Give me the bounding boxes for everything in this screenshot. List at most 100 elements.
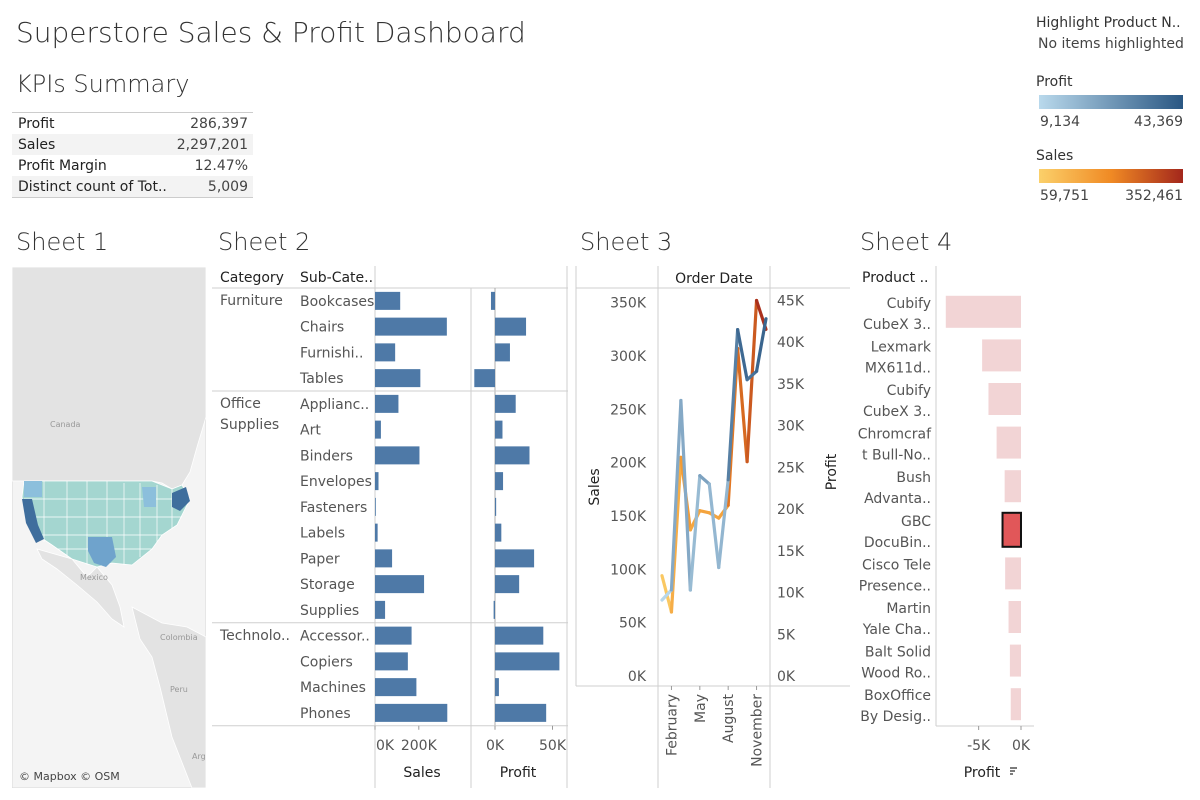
sheet2-title: Sheet 2 [218,228,311,256]
sheet4-product-label: BoxOffice [864,688,931,704]
sheet2-subcategory-label: Applianc.. [300,397,369,413]
sheet4-product-label: Chromcraf [858,427,932,443]
sheet2-subcategory-label: Labels [300,526,345,542]
dashboard-title: Superstore Sales & Profit Dashboard [16,16,526,49]
sheet2-header-category: Category [220,270,284,286]
sales-legend-min: 59,751 [1040,188,1089,204]
sheet4-bar [1008,601,1021,633]
sheet2-subcategory-label: Machines [300,680,366,696]
sheet2-profit-bar [495,703,547,722]
sheet3-profit-line-segment [754,317,768,373]
sheet4-product-label: Cubify [887,383,931,399]
sheet3-y-tick-label: 150K [610,509,647,525]
sales-legend-max: 352,461 [1125,188,1183,204]
sheet3-profit-line-segment [717,478,730,570]
sheet2-header-subcategory: Sub-Cate.. [300,270,373,286]
kpi-value: 12.47% [194,157,248,174]
sheet2-subcategory-label: Binders [300,448,353,464]
sheet3-x-tick-label: February [664,694,680,756]
sales-legend-title: Sales [1036,148,1074,164]
sheet3-y-tick-label: 50K [619,616,647,632]
sheet3-y2-tick-label: 40K [777,335,805,351]
sheet3-profit-line-segment [688,474,702,592]
kpi-value: 2,297,201 [176,136,248,153]
sheet2-profit-bar [495,626,544,645]
sheet3-x-tick-label: August [721,693,737,743]
sheet4-product-label: Presence.. [859,578,931,594]
profit-color-ramp [1039,95,1183,109]
sheet2-profit-tick-label: 0K [486,738,505,754]
kpi-row-sales: Sales 2,297,201 [12,134,253,155]
sheet4-header: Product .. [862,270,929,286]
profit-legend-min: 9,134 [1040,114,1081,130]
sheet2-sales-bar [375,472,379,491]
sheet4-bar [982,339,1021,372]
sheet3-profit-line-segment [707,482,721,570]
sheet2-profit-bar [495,446,530,465]
sheet2-profit-tick-label: 50K [539,738,567,754]
sheet4-product-label: Wood Ro.. [861,666,931,682]
sheet4-product-label: Yale Cha.. [862,622,931,638]
sheet2-sales-bar [375,446,420,465]
sheet2-sales-bar [375,703,448,722]
sheet3-title: Sheet 3 [580,228,673,256]
sheet1-map[interactable]: Canada Mexico Colombia Peru Arge © Mapbo… [12,267,206,788]
sheet2-sales-bar [375,317,447,336]
sheet3-y2-tick-label: 5K [777,627,796,643]
sheet3-y-tick-label: 200K [610,456,647,472]
sheet2-category-label: Furniture [220,293,283,309]
sheet4-bar-highlighted [1001,511,1022,548]
sheet2-sales-bar [375,652,408,671]
sheet2-sales-bar [375,600,386,619]
sheet4-bar [988,383,1021,415]
sheet2-profit-bar [474,369,495,388]
sheet3-chart[interactable]: Order Date 0K 50K 100K 150K 200K 250K 300K 350K 0… [574,262,850,788]
profit-legend-max: 43,369 [1134,114,1183,130]
sheet4-product-label: CubeX 3.. [863,404,931,420]
kpi-row-profit-margin: Profit Margin 12.47% [12,155,253,176]
sheet2-sales-bar [375,549,393,568]
sheet4-product-label: Cisco Tele [862,557,931,573]
sheet2-sales-bar [375,343,396,362]
kpi-summary-title: KPIs Summary [16,70,190,98]
map-label-colombia: Colombia [160,633,198,642]
sheet2-category-label: Technolo.. [219,628,290,644]
sheet2-chart[interactable]: Category Sub-Cate.. Furniture Bookcases Chai… [212,262,570,788]
sort-icon[interactable] [1010,767,1017,775]
sheet3-x-tick-label: May [693,694,709,723]
sheet2-sales-bar [375,497,376,516]
sheet2-profit-bar [495,575,520,594]
sheet2-axis-label-sales: Sales [403,765,440,781]
sheet3-profit-line-segment [679,398,692,592]
sheet3-sales-line-segment [745,298,759,464]
sheet3-y-tick-label: 0K [628,669,647,685]
sheet2-profit-bar [495,343,510,362]
kpi-label: Sales [18,136,56,153]
sheet2-profit-bar [495,549,535,568]
sheet2-subcategory-label: Phones [300,706,351,722]
sheet4-chart[interactable]: Product .. Cubify CubeX 3.. Lexmark MX611d..… [854,262,1054,788]
sheet2-profit-bar [495,678,499,697]
kpi-label: Distinct count of Tot.. [18,178,167,195]
sheet4-bar [996,426,1021,459]
kpi-value: 5,009 [207,178,248,195]
highlight-legend-title[interactable]: Highlight Product N.. [1036,15,1181,31]
sheet2-sales-bar [375,394,399,413]
sheet3-y2-tick-label: 30K [777,419,805,435]
sheet2-sales-bar [375,678,417,697]
sheet4-bar [1010,688,1021,721]
map-label-canada: Canada [50,420,81,429]
kpi-value: 286,397 [190,115,248,132]
sheet3-y-tick-label: 350K [610,296,647,312]
sheet4-x-tick-label: 0K [1012,738,1031,754]
profit-legend-title: Profit [1036,74,1073,90]
sheet2-subcategory-label: Paper [300,551,340,567]
sheet2-sales-bar [375,420,381,439]
sheet2-subcategory-label: Chairs [300,320,344,336]
sheet3-y2-tick-label: 0K [777,669,796,685]
sheet4-product-label: Lexmark [871,339,932,355]
sheet3-y-tick-label: 100K [610,562,647,578]
map-state-washington [24,481,42,497]
sheet3-profit-line-segment [698,474,711,486]
map-label-argentina: Arge [192,752,206,761]
